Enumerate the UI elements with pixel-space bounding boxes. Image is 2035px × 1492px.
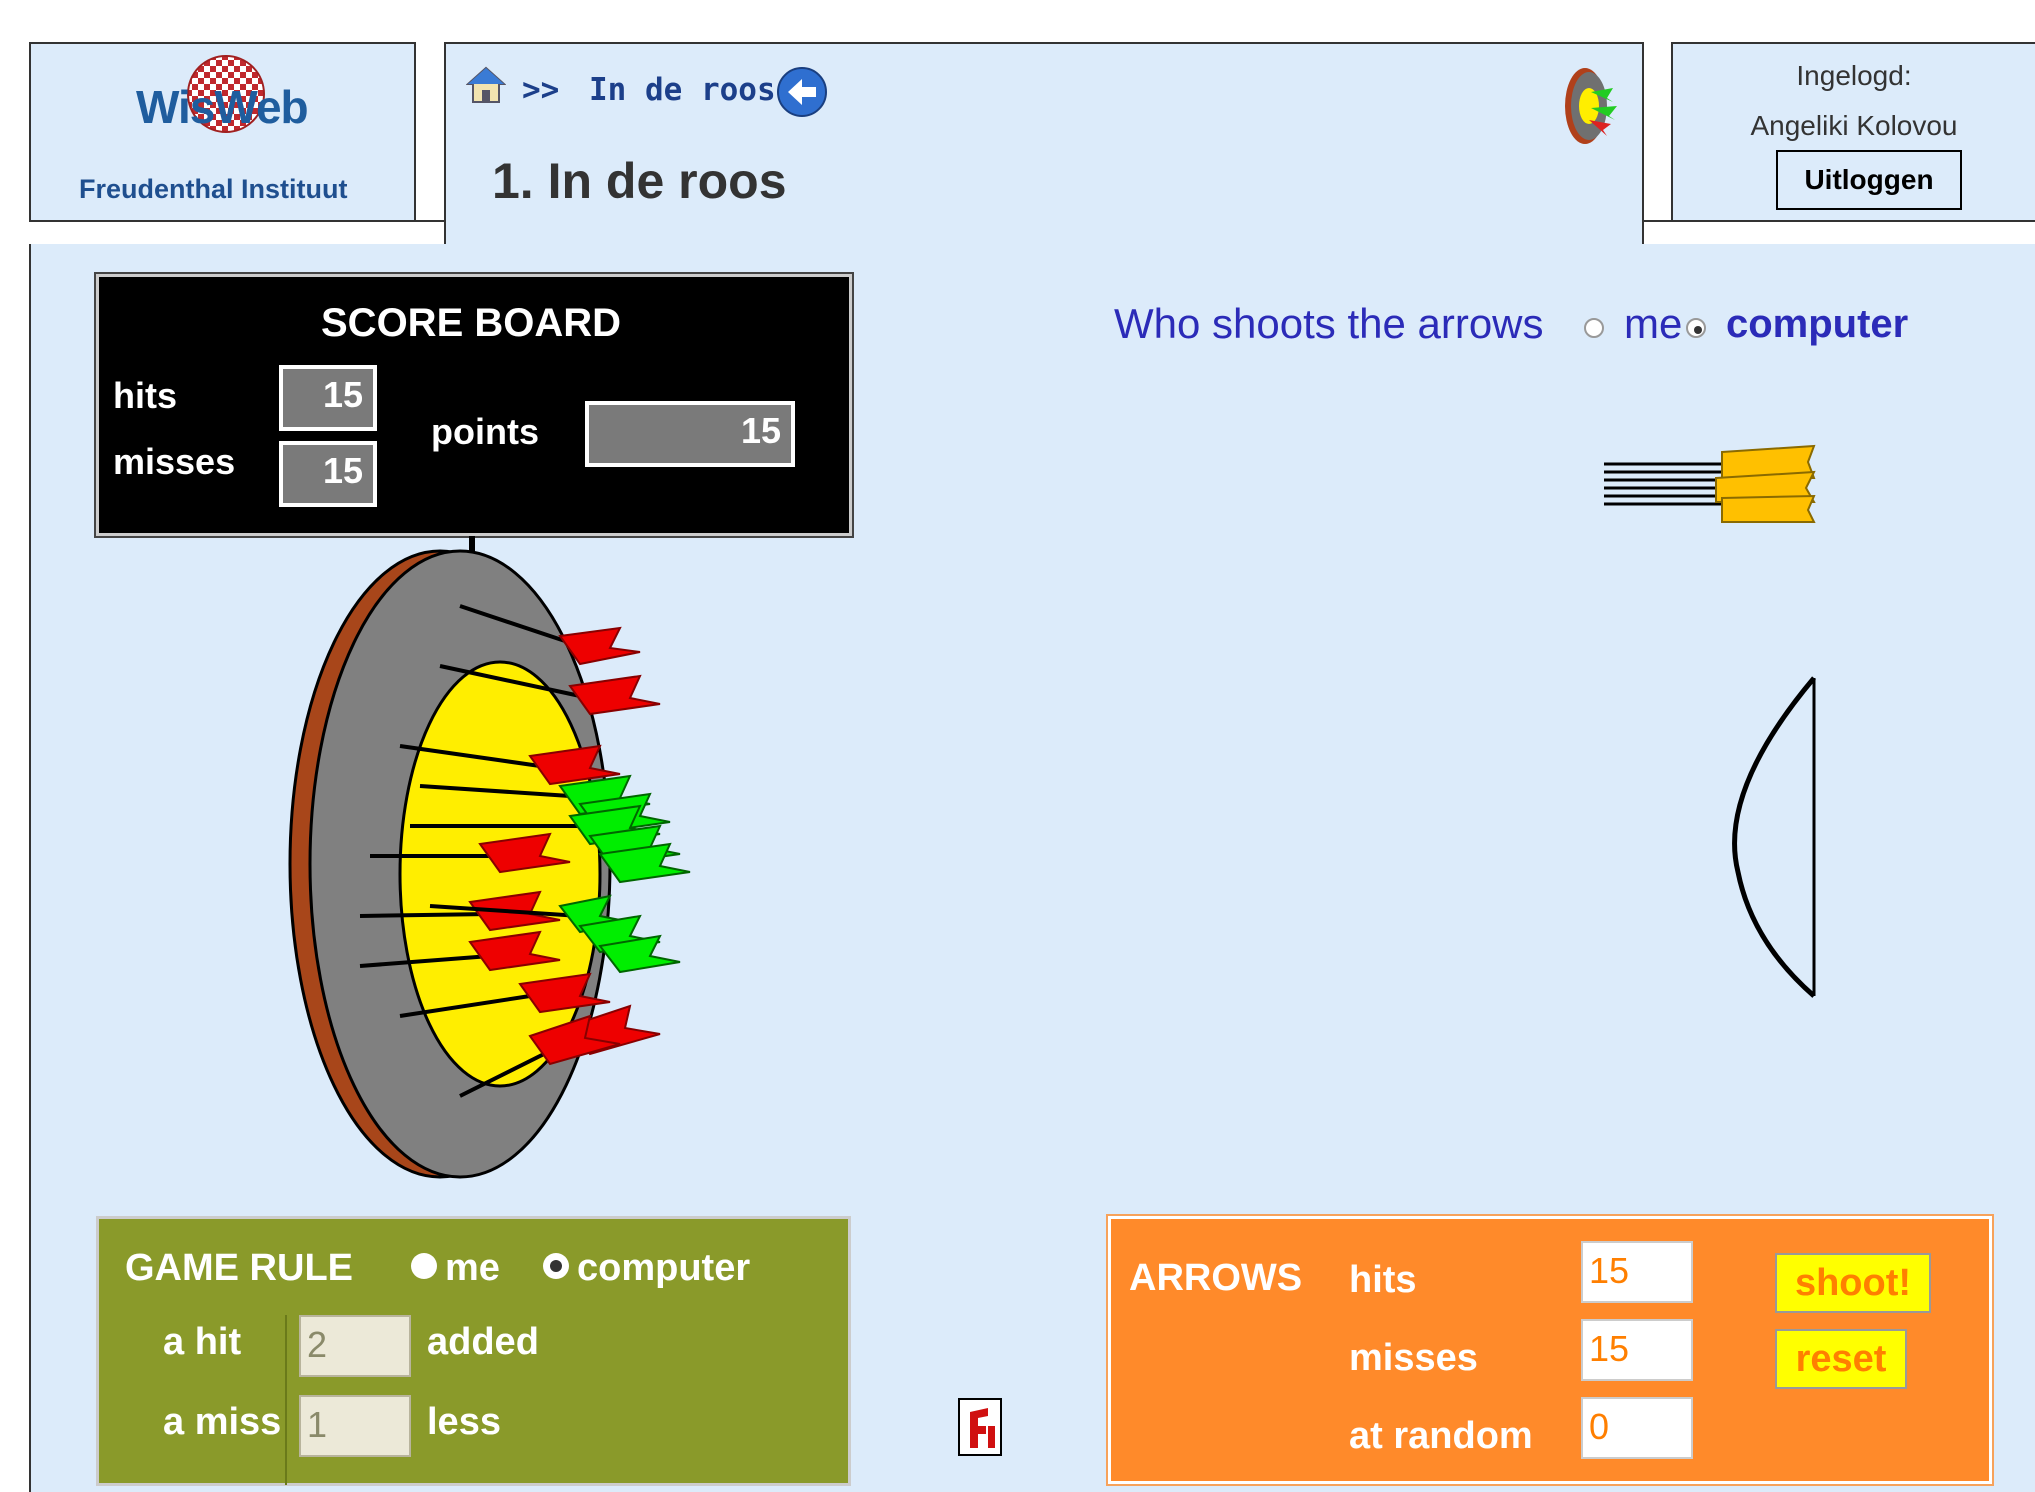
shooter-radio-me[interactable] <box>1584 318 1604 338</box>
game-rule-radio-computer[interactable] <box>543 1253 569 1279</box>
home-icon[interactable] <box>466 66 506 104</box>
arrows-title: ARROWS <box>1129 1257 1303 1299</box>
miss-points-input[interactable]: 1 <box>299 1395 411 1457</box>
game-rule-radio-me[interactable] <box>411 1253 437 1279</box>
miss-rule-suffix: less <box>427 1401 501 1443</box>
hit-rule-suffix: added <box>427 1321 539 1363</box>
arrows-misses-input[interactable]: 15 <box>1581 1319 1693 1381</box>
points-count: 15 <box>585 401 795 467</box>
arrows-hits-input[interactable]: 15 <box>1581 1241 1693 1303</box>
breadcrumb-link[interactable]: In de roos <box>589 72 776 108</box>
misses-count: 15 <box>279 441 377 507</box>
logout-button[interactable]: Uitloggen <box>1776 150 1962 210</box>
game-rule-option-computer[interactable]: computer <box>577 1247 750 1290</box>
shooter-radio-computer[interactable] <box>1686 318 1706 338</box>
hit-rule-label: a hit <box>163 1321 242 1363</box>
nav-header: >> In de roos 1. In de roos <box>444 42 1644 247</box>
hit-points-input[interactable]: 2 <box>299 1315 411 1377</box>
points-label: points <box>431 411 539 452</box>
hits-label: hits <box>113 375 178 416</box>
arrows-misses-label: misses <box>1349 1337 1478 1379</box>
logo-subtitle: Freudenthal Instituut <box>79 174 348 204</box>
game-rule-option-me[interactable]: me <box>445 1247 500 1290</box>
shooter-question: Who shoots the arrows <box>1114 300 1544 347</box>
flash-applet-icon[interactable] <box>958 1398 1002 1456</box>
game-rule-title: GAME RULE <box>125 1247 353 1289</box>
logo-wordmark: WisWeb <box>136 81 309 133</box>
arrows-panel: ARROWS hits 15 misses 15 at random 0 sho… <box>1106 1214 1994 1486</box>
breadcrumb-separator: >> <box>522 72 560 108</box>
rule-divider <box>285 1315 287 1485</box>
arrows-random-label: at random <box>1349 1415 1533 1457</box>
score-board: SCORE BOARD hits 15 misses 15 points 15 <box>94 272 854 538</box>
bow-icon <box>1732 676 1816 998</box>
user-name: Angeliki Kolovou <box>1750 110 1958 141</box>
hits-count: 15 <box>279 365 377 431</box>
score-board-title: SCORE BOARD <box>321 301 622 345</box>
target-applet-icon[interactable] <box>1553 62 1623 150</box>
arrows-random-input[interactable]: 0 <box>1581 1397 1693 1459</box>
back-arrow-icon[interactable] <box>776 66 828 118</box>
reset-button[interactable]: reset <box>1775 1329 1907 1389</box>
logged-in-label: Ingelogd: <box>1796 60 1912 91</box>
header-divider-left <box>29 220 446 222</box>
quiver-arrows-icon <box>1604 444 1816 523</box>
game-rule-panel: GAME RULE me computer a hit 2 added a mi… <box>96 1216 851 1486</box>
misses-label: misses <box>113 441 236 482</box>
page-title: 1. In de roos <box>492 153 787 209</box>
shooter-option-computer[interactable]: computer <box>1726 302 1908 347</box>
shoot-button[interactable]: shoot! <box>1775 1253 1931 1313</box>
archery-target <box>288 536 691 1179</box>
miss-rule-label: a miss <box>163 1401 282 1443</box>
header-divider-right <box>1642 220 2035 222</box>
shooter-option-me[interactable]: me <box>1624 300 1682 348</box>
user-panel: Ingelogd: Angeliki Kolovou Uitloggen <box>1671 42 2035 222</box>
logo-box[interactable]: WisWeb Freudenthal Instituut <box>29 42 416 222</box>
arrows-hits-label: hits <box>1349 1259 1417 1301</box>
